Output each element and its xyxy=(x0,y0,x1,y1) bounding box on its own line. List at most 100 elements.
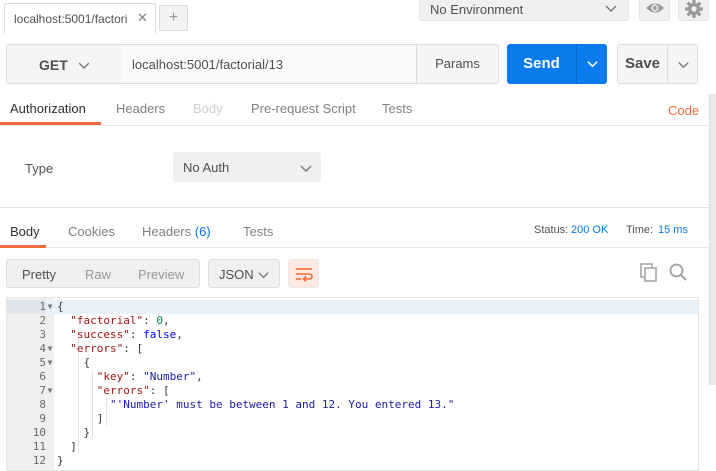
line-number: 5 xyxy=(39,356,46,369)
view-preview-button[interactable]: Preview xyxy=(138,267,184,282)
code-line-text: { xyxy=(57,300,64,313)
chevron-down-icon xyxy=(605,5,617,12)
fold-arrow-icon[interactable]: ▼ xyxy=(46,342,54,356)
request-tab[interactable]: localhost:5001/factori ✕ xyxy=(4,3,156,34)
tab-body[interactable]: Body xyxy=(193,101,223,116)
method-select[interactable]: GET xyxy=(6,44,122,84)
response-tabs: Body Cookies Headers (6) Tests Status: 2… xyxy=(0,214,709,248)
top-tab-bar: localhost:5001/factori ✕ + No Environmen… xyxy=(0,0,716,40)
code-line-text: ] xyxy=(57,412,104,425)
auth-type-value: No Auth xyxy=(183,160,230,175)
code-line-text: "errors": [ xyxy=(96,384,170,397)
line-number: 10 xyxy=(32,426,46,439)
auth-type-select[interactable]: No Auth xyxy=(173,152,321,182)
tab-pre-request-script[interactable]: Pre-request Script xyxy=(251,101,356,116)
status-label: Status: xyxy=(534,224,569,236)
code-line-text: ] xyxy=(57,440,77,453)
request-url-bar: GET Params Send Save xyxy=(0,40,716,94)
response-headers-count: (6) xyxy=(194,224,211,239)
method-label: GET xyxy=(39,57,68,73)
new-tab-button[interactable]: + xyxy=(159,5,188,31)
wrap-lines-icon xyxy=(296,268,313,282)
code-line-text: "factorial": 0, xyxy=(70,314,170,327)
code-line: 5 ▼ { xyxy=(7,356,698,370)
code-line-text: "key": "Number", xyxy=(96,370,203,383)
params-button[interactable]: Params xyxy=(416,44,499,84)
code-line: 10 } xyxy=(7,426,698,440)
code-line: 4 ▼ "errors": [ xyxy=(7,342,698,356)
send-dropdown-button[interactable] xyxy=(576,44,607,84)
code-line-text: { xyxy=(57,356,91,369)
response-headers-label: Headers xyxy=(142,224,192,239)
code-line: 9 ] xyxy=(7,412,698,426)
tab-response-cookies[interactable]: Cookies xyxy=(68,224,115,239)
code-line: 8 "'Number' must be between 1 and 12. Yo… xyxy=(7,398,698,412)
line-number: 8 xyxy=(39,398,46,411)
time-value[interactable]: 15 ms xyxy=(658,224,688,236)
code-line: 1 ▼{ xyxy=(7,300,698,314)
chevron-down-icon xyxy=(678,62,689,69)
fold-arrow-icon[interactable]: ▼ xyxy=(46,384,54,398)
environment-select[interactable]: No Environment xyxy=(419,0,629,21)
auth-panel: Type No Auth xyxy=(0,126,709,208)
response-toolbar: Pretty Raw Preview JSON xyxy=(0,249,709,297)
code-link[interactable]: Code xyxy=(668,103,699,118)
code-line: 12} xyxy=(7,454,698,468)
time-label: Time: xyxy=(626,224,654,236)
line-number: 11 xyxy=(32,440,46,453)
tab-authorization[interactable]: Authorization xyxy=(10,101,86,116)
plus-icon: + xyxy=(168,9,179,26)
view-mode-segmented: Pretty Raw Preview xyxy=(6,259,200,288)
close-icon[interactable]: ✕ xyxy=(137,10,148,26)
active-response-tab-indicator xyxy=(0,245,46,248)
response-body-editor[interactable]: 1 ▼{2 "factorial": 0, 3 "success": false, 4… xyxy=(6,297,699,471)
code-line: 6 "key": "Number", xyxy=(7,370,698,384)
save-dropdown-button[interactable] xyxy=(667,44,698,84)
tab-headers[interactable]: Headers xyxy=(116,101,165,116)
gear-icon xyxy=(685,0,703,18)
view-raw-button[interactable]: Raw xyxy=(85,267,111,282)
line-number: 1 xyxy=(7,300,46,314)
fold-arrow-icon[interactable]: ▼ xyxy=(46,356,54,370)
tab-response-tests[interactable]: Tests xyxy=(243,224,273,239)
format-label: JSON xyxy=(219,267,254,282)
tab-response-headers[interactable]: Headers (6) xyxy=(142,224,211,239)
chevron-down-icon xyxy=(300,165,312,172)
tab-tests[interactable]: Tests xyxy=(382,101,412,116)
code-line: 11 ] xyxy=(7,440,698,454)
line-number: 7 xyxy=(39,384,46,397)
code-line: 3 "success": false, xyxy=(7,328,698,342)
line-number: 6 xyxy=(39,370,46,383)
auth-type-label: Type xyxy=(25,161,54,176)
code-line-text: "'Number' must be between 1 and 12. You … xyxy=(109,398,455,411)
send-button[interactable]: Send xyxy=(507,44,576,84)
line-number: 4 xyxy=(39,342,46,355)
chevron-down-icon xyxy=(258,272,269,279)
copy-icon[interactable] xyxy=(639,262,659,282)
format-select[interactable]: JSON xyxy=(208,259,280,288)
status-value[interactable]: 200 OK xyxy=(571,224,608,236)
wrap-lines-button[interactable] xyxy=(288,259,319,288)
fold-arrow-icon[interactable]: ▼ xyxy=(46,300,54,314)
view-pretty-button[interactable]: Pretty xyxy=(22,267,56,282)
eye-icon xyxy=(646,3,664,13)
code-line-text: "errors": [ xyxy=(70,342,144,355)
chevron-down-icon xyxy=(587,61,598,68)
search-icon[interactable] xyxy=(668,262,688,282)
code-line-text: } xyxy=(57,426,91,439)
chevron-down-icon xyxy=(78,62,90,69)
code-line-text: } xyxy=(57,454,64,467)
line-number: 12 xyxy=(32,454,46,467)
line-number: 9 xyxy=(39,412,46,425)
request-tabs: Authorization Headers Body Pre-request S… xyxy=(0,94,709,126)
url-input[interactable] xyxy=(121,44,417,84)
active-tab-indicator xyxy=(0,122,101,125)
environment-quick-look-button[interactable] xyxy=(639,0,670,21)
settings-button[interactable] xyxy=(678,0,709,21)
code-line: 2 "factorial": 0, xyxy=(7,314,698,328)
code-line: 7 ▼ "errors": [ xyxy=(7,384,698,398)
request-tab-label: localhost:5001/factori xyxy=(14,12,128,26)
save-button[interactable]: Save xyxy=(617,44,668,84)
code-line-text: "success": false, xyxy=(70,328,183,341)
tab-response-body[interactable]: Body xyxy=(10,224,40,239)
